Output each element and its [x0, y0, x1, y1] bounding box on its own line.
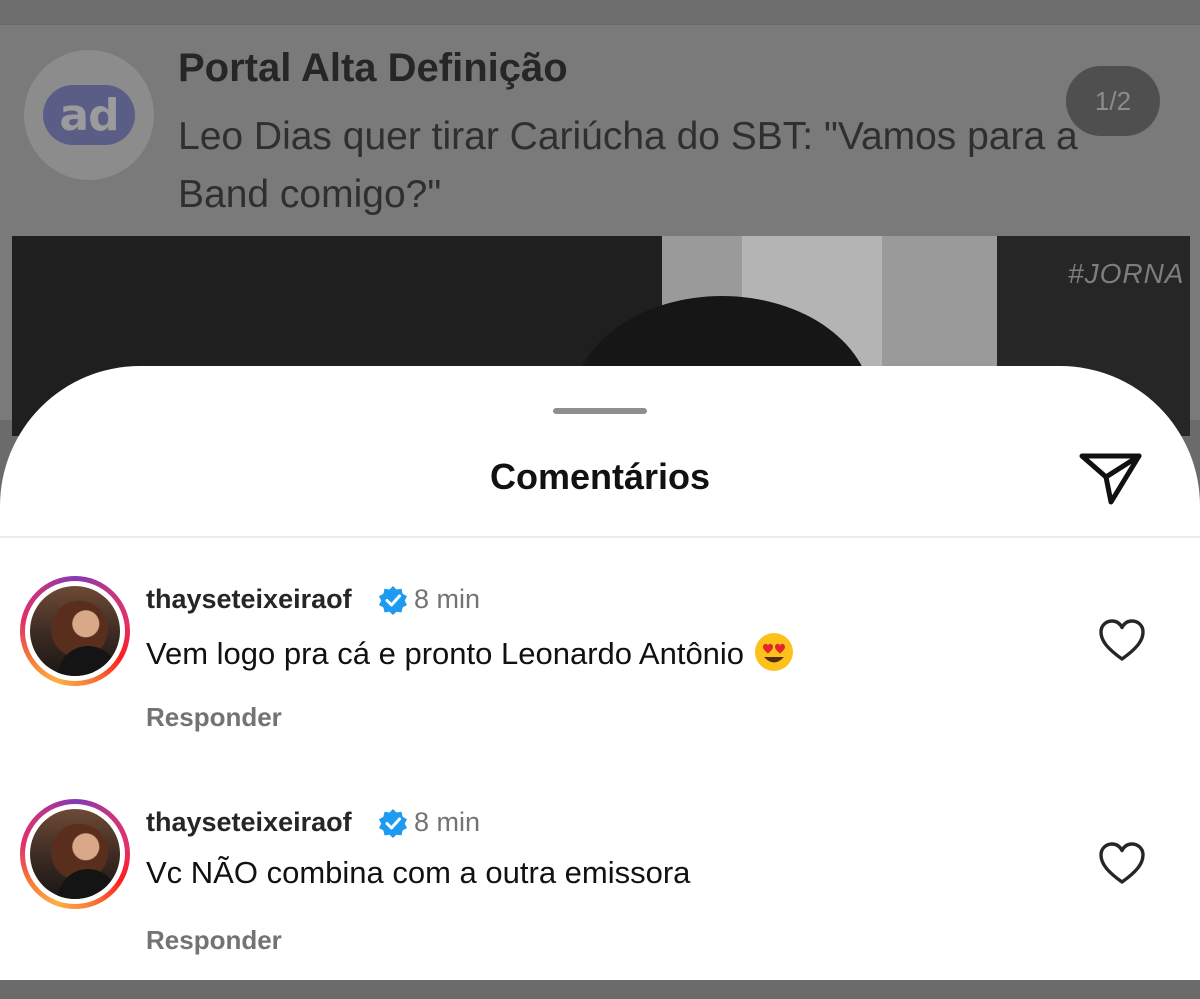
- verified-badge-icon: [379, 586, 407, 615]
- comment-time: 8 min: [414, 807, 481, 837]
- source-name: Portal Alta Definição: [178, 46, 568, 90]
- comment-item: thayseteixeiraof 8 min Vem logo pra cá e…: [0, 576, 1200, 776]
- post-headline: Leo Dias quer tirar Cariúcha do SBT: "Va…: [178, 115, 1078, 216]
- heart-eyes-emoji-icon: [755, 633, 794, 671]
- comment-text-body: Vem logo pra cá e pronto Leonardo Antôni…: [146, 636, 745, 671]
- carousel-pager: 1/2: [1066, 66, 1160, 136]
- comment-item: thayseteixeiraof 8 min Vc NÃO combina co…: [0, 799, 1200, 999]
- avatar[interactable]: [20, 799, 130, 909]
- avatar-image: [30, 586, 120, 676]
- like-heart-icon[interactable]: [1098, 841, 1146, 885]
- like-heart-icon[interactable]: [1098, 618, 1146, 662]
- avatar-image: [30, 809, 120, 899]
- background-post: ad Portal Alta Definição Leo Dias quer t…: [0, 0, 1200, 436]
- header-divider: [0, 536, 1200, 538]
- share-button[interactable]: [1076, 444, 1146, 508]
- sheet-drag-handle[interactable]: [553, 408, 647, 414]
- status-bar: [0, 0, 1200, 25]
- comment-text: Vem logo pra cá e pronto Leonardo Antôni…: [146, 632, 794, 672]
- comments-sheet: Comentários thayseteixeiraof 8 min Vem l…: [0, 366, 1200, 980]
- comment-username[interactable]: thayseteixeiraof: [146, 807, 352, 838]
- comment-username[interactable]: thayseteixeiraof: [146, 584, 352, 615]
- avatar[interactable]: [20, 576, 130, 686]
- comment-time: 8 min: [414, 584, 481, 614]
- paper-plane-icon: [1079, 453, 1142, 505]
- source-logo: ad: [43, 85, 135, 145]
- image-watermark: #JORNA: [1068, 258, 1185, 289]
- comment-text: Vc NÃO combina com a outra emissora: [146, 855, 691, 890]
- reply-button[interactable]: Responder: [146, 925, 282, 956]
- reply-button[interactable]: Responder: [146, 702, 282, 733]
- verified-badge-icon: [379, 809, 407, 838]
- sheet-title: Comentários: [489, 456, 711, 497]
- source-avatar: ad: [24, 50, 154, 180]
